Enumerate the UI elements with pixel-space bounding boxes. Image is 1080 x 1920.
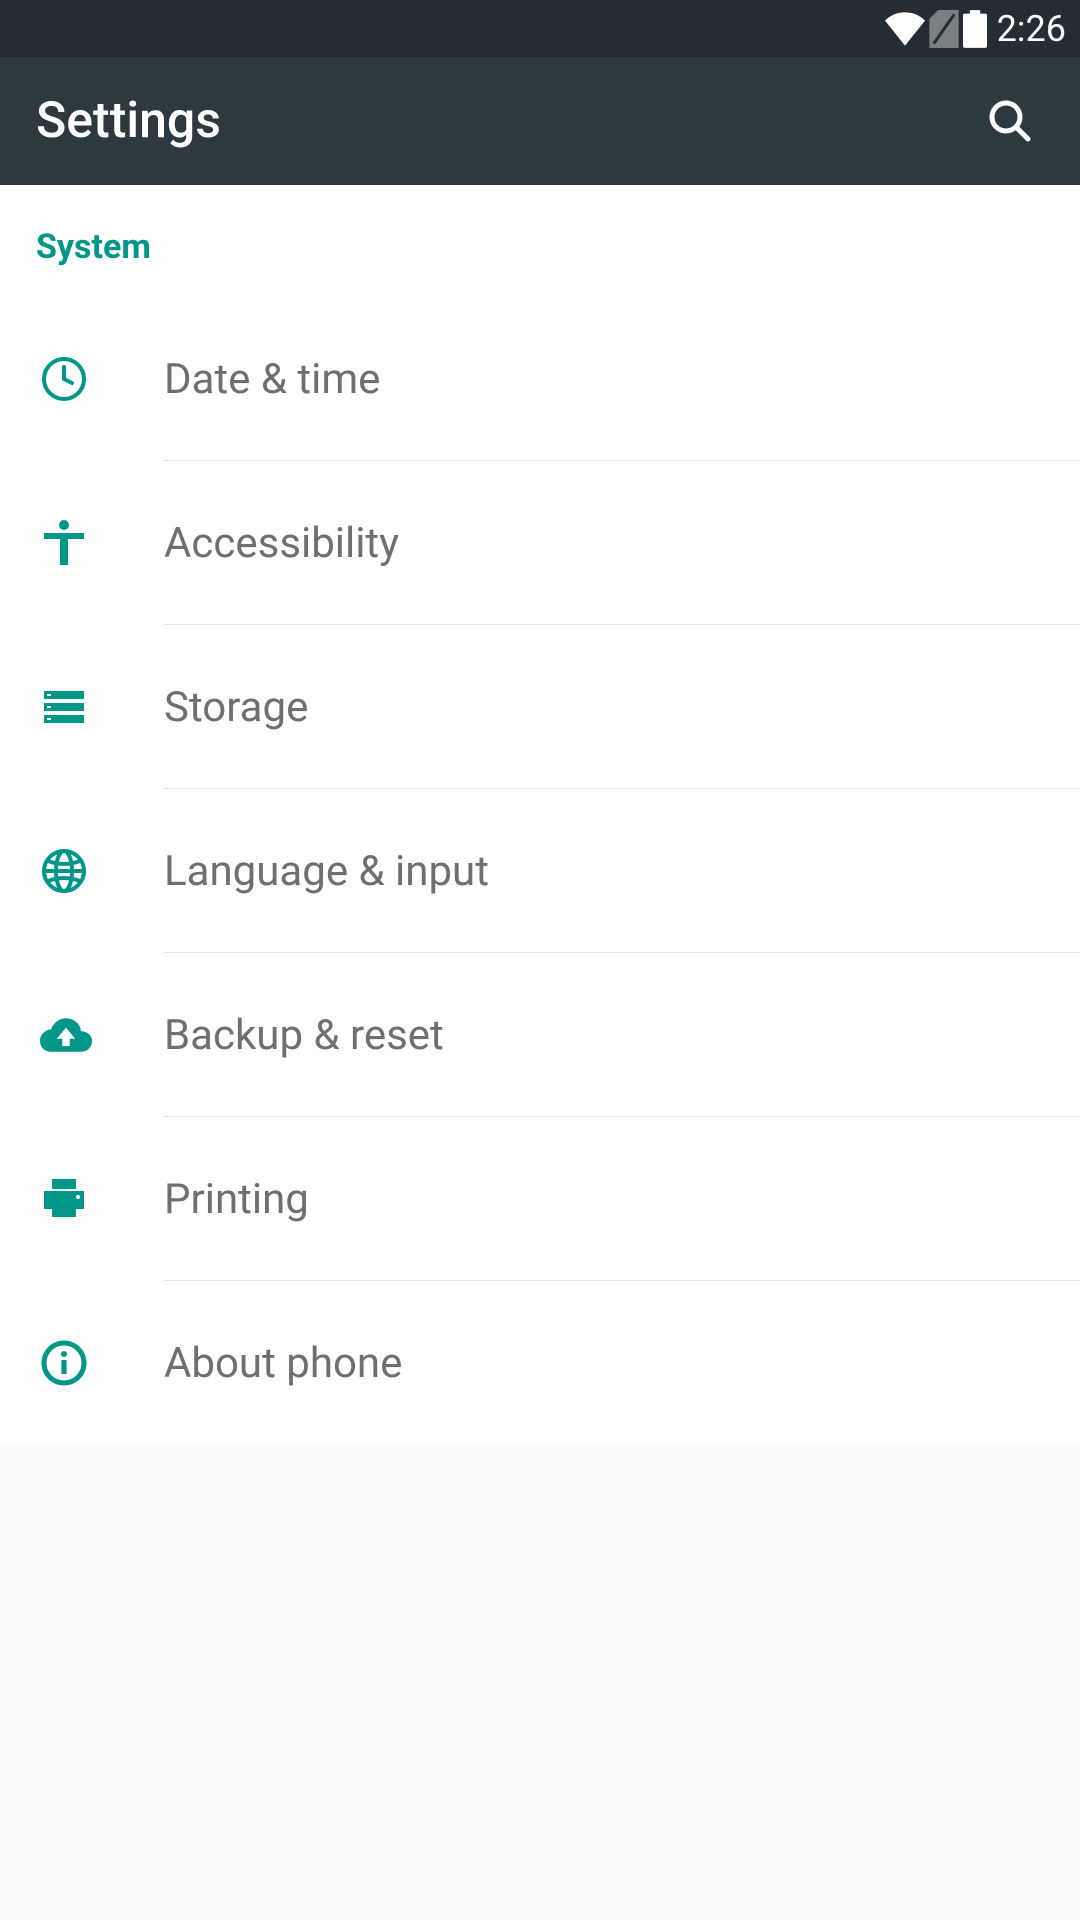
list-item-about-phone[interactable]: About phone bbox=[0, 1281, 1080, 1445]
status-bar: 2:26 bbox=[0, 0, 1080, 57]
list-item-language-input[interactable]: Language & input bbox=[0, 789, 1080, 953]
list-item-label: Backup & reset bbox=[164, 1011, 444, 1060]
storage-icon bbox=[36, 683, 164, 731]
list-item-label: Accessibility bbox=[164, 519, 399, 568]
list-item-backup-reset[interactable]: Backup & reset bbox=[0, 953, 1080, 1117]
search-button[interactable] bbox=[976, 87, 1044, 155]
battery-icon bbox=[963, 10, 987, 48]
globe-icon bbox=[36, 847, 164, 895]
page-title: Settings bbox=[36, 92, 221, 150]
accessibility-icon bbox=[36, 519, 164, 567]
list-item-accessibility[interactable]: Accessibility bbox=[0, 461, 1080, 625]
list-item-date-time[interactable]: Date & time bbox=[0, 297, 1080, 461]
list-item-printing[interactable]: Printing bbox=[0, 1117, 1080, 1281]
info-icon bbox=[36, 1339, 164, 1387]
list-item-label: Language & input bbox=[164, 847, 489, 896]
settings-list: System Date & time Accessibility bbox=[0, 185, 1080, 1445]
list-item-label: Printing bbox=[164, 1175, 309, 1224]
printer-icon bbox=[36, 1175, 164, 1223]
list-item-label: Date & time bbox=[164, 355, 380, 404]
section-header: System bbox=[0, 185, 1080, 297]
list-item-storage[interactable]: Storage bbox=[0, 625, 1080, 789]
list-item-label: About phone bbox=[164, 1339, 402, 1388]
search-icon bbox=[986, 97, 1034, 145]
status-time: 2:26 bbox=[997, 8, 1066, 50]
wifi-icon bbox=[885, 12, 925, 46]
clock-icon bbox=[36, 355, 164, 403]
cloud-upload-icon bbox=[36, 1013, 164, 1057]
app-bar: Settings bbox=[0, 57, 1080, 185]
sim-icon bbox=[929, 10, 959, 48]
list-item-label: Storage bbox=[164, 683, 308, 732]
